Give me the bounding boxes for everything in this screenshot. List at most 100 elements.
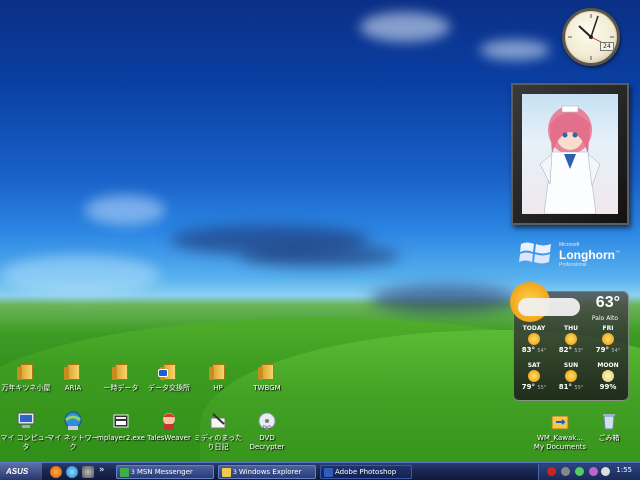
- forecast-day-name: MOON: [597, 362, 619, 369]
- desktop-icon-recycle-bin[interactable]: ごみ箱: [586, 410, 632, 443]
- forecast-high: 79°: [595, 346, 609, 354]
- folder-icon: [112, 364, 128, 380]
- desktop-icon-label: 一時データ: [103, 384, 139, 392]
- clock-date: 24: [600, 42, 614, 51]
- taskbar-button-photoshop[interactable]: Adobe Photoshop: [320, 465, 412, 479]
- photoshop-icon: [324, 468, 333, 477]
- desktop-icon-label: ごみ箱: [598, 434, 620, 442]
- desktop-icon-label: DVD Decrypter: [249, 434, 285, 451]
- weather-current-temp: 63°: [595, 294, 620, 311]
- desktop-icon-diary[interactable]: ミディのまったり日記: [192, 410, 244, 452]
- show-desktop-icon[interactable]: [82, 466, 94, 478]
- forecast-low: 54°: [537, 348, 547, 354]
- folder-icon: [209, 364, 225, 380]
- folder-icon: [17, 364, 33, 380]
- tray-app-icon[interactable]: [547, 467, 556, 476]
- desktop-icon-network[interactable]: マイ ネットワーク: [47, 410, 99, 452]
- talesweaver-icon: [158, 410, 180, 432]
- desktop-wallpaper: 万年キツネ小屋 ARIA 一時データ データ交換所 HP TWBGM マイ コン…: [0, 0, 640, 462]
- forecast-day: THU 82° 53°: [553, 325, 589, 354]
- msn-messenger-icon: [120, 468, 129, 477]
- desktop-icon-folder-6[interactable]: TWBGM: [241, 360, 293, 393]
- weather-widget[interactable]: 63° Palo Alto TODAY 83° 54° THU 82° 53° …: [510, 282, 629, 401]
- anime-girl-image: [522, 94, 618, 214]
- task-group-count: 3: [131, 469, 135, 476]
- forecast-day: SUN 81° 55°: [553, 362, 589, 391]
- desktop-icon-label: ミディのまったり日記: [193, 434, 243, 451]
- sun-icon: [528, 333, 540, 345]
- sun-icon: [565, 370, 577, 382]
- forecast-day: TODAY 83° 54°: [516, 325, 552, 354]
- recycle-bin-icon: [598, 410, 620, 432]
- my-documents-icon: [549, 410, 571, 432]
- desktop-icon-talesweaver[interactable]: TalesWeaver: [143, 410, 195, 443]
- desktop-icon-label: mplayer2.exe: [97, 434, 145, 442]
- longhorn-trademark: ™: [615, 250, 620, 256]
- desktop-icon-folder-2[interactable]: ARIA: [47, 360, 99, 393]
- desktop-icon-folder-5[interactable]: HP: [192, 360, 244, 393]
- desktop-icon-label: データ交換所: [148, 384, 190, 392]
- desktop-icon-label: HP: [213, 384, 223, 392]
- internet-explorer-icon[interactable]: [66, 466, 78, 478]
- forecast-day-name: TODAY: [522, 325, 546, 332]
- moon-phase-percent: 99%: [599, 383, 617, 391]
- windows-flag-icon: [519, 242, 551, 264]
- longhorn-logo: Microsoft Longhorn ™ Professional: [517, 236, 627, 270]
- desktop-icon-folder-1[interactable]: 万年キツネ小屋: [0, 360, 52, 393]
- picture-frame-widget[interactable]: [511, 83, 629, 225]
- firefox-icon[interactable]: [50, 466, 62, 478]
- tray-security-icon[interactable]: [589, 467, 598, 476]
- forecast-day: FRI 79° 54°: [590, 325, 626, 354]
- desktop-icon-my-documents[interactable]: WM_Kawak... My Documents: [532, 410, 588, 452]
- task-label: Windows Explorer: [238, 468, 302, 476]
- desktop-icon-folder-3[interactable]: 一時データ: [95, 360, 147, 393]
- desktop-icon-dvd-decrypter[interactable]: DVD DVD Decrypter: [241, 410, 293, 452]
- taskbar-button-explorer[interactable]: 3 Windows Explorer: [218, 465, 316, 479]
- media-player-icon: [110, 410, 132, 432]
- forecast-day-name: THU: [564, 325, 578, 332]
- clock-face-icon: [568, 14, 614, 60]
- forecast-day: SAT 79° 55°: [516, 362, 552, 391]
- desktop-icon-label: マイ ネットワーク: [47, 434, 99, 451]
- network-icon: [62, 410, 84, 432]
- clock-widget[interactable]: 24: [562, 8, 620, 66]
- forecast-day-name: SAT: [527, 362, 541, 369]
- desktop-icon-folder-4[interactable]: データ交換所: [143, 360, 195, 393]
- folder-icon: [222, 468, 231, 477]
- forecast-low: 54°: [611, 348, 621, 354]
- sun-icon: [528, 370, 540, 382]
- forecast-high: 82°: [558, 346, 572, 354]
- start-button[interactable]: ASUS: [0, 463, 42, 480]
- my-computer-icon: [15, 410, 37, 432]
- forecast-moon: MOON 99%: [590, 362, 626, 391]
- tray-messenger-icon[interactable]: [575, 467, 584, 476]
- forecast-high: 83°: [521, 346, 535, 354]
- desktop-icon-label: WM_Kawak... My Documents: [533, 434, 587, 451]
- tray-network-icon[interactable]: [561, 467, 570, 476]
- taskbar-button-msn[interactable]: 3 MSN Messenger: [116, 465, 214, 479]
- forecast-day-name: FRI: [602, 325, 614, 332]
- task-group-count: 3: [233, 469, 237, 476]
- sun-icon: [602, 333, 614, 345]
- longhorn-edition: Professional: [559, 262, 587, 268]
- quick-launch-overflow[interactable]: »: [99, 465, 105, 475]
- moon-icon: [602, 370, 614, 382]
- forecast-day-name: SUN: [563, 362, 579, 369]
- desktop-icon-label: TWBGM: [253, 384, 281, 392]
- forecast-low: 53°: [574, 348, 584, 354]
- desktop-icon-my-computer[interactable]: マイ コンピュータ: [0, 410, 52, 452]
- dvd-icon: DVD: [256, 410, 278, 432]
- system-tray: 1:55: [538, 464, 640, 480]
- desktop-icon-mplayer[interactable]: mplayer2.exe: [95, 410, 147, 443]
- taskbar: ASUS » 3 MSN Messenger 3 Windows Explorer …: [0, 462, 640, 480]
- tray-volume-icon[interactable]: [601, 467, 610, 476]
- longhorn-brand-big: Longhorn: [559, 248, 615, 262]
- forecast-high: 79°: [521, 383, 535, 391]
- weather-city: Palo Alto: [591, 315, 618, 322]
- folder-icon: [258, 364, 274, 380]
- sun-icon: [565, 333, 577, 345]
- tray-clock[interactable]: 1:55: [616, 466, 632, 474]
- desktop-icon-label: マイ コンピュータ: [0, 434, 52, 451]
- diary-icon: [207, 410, 229, 432]
- task-label: Adobe Photoshop: [335, 468, 397, 476]
